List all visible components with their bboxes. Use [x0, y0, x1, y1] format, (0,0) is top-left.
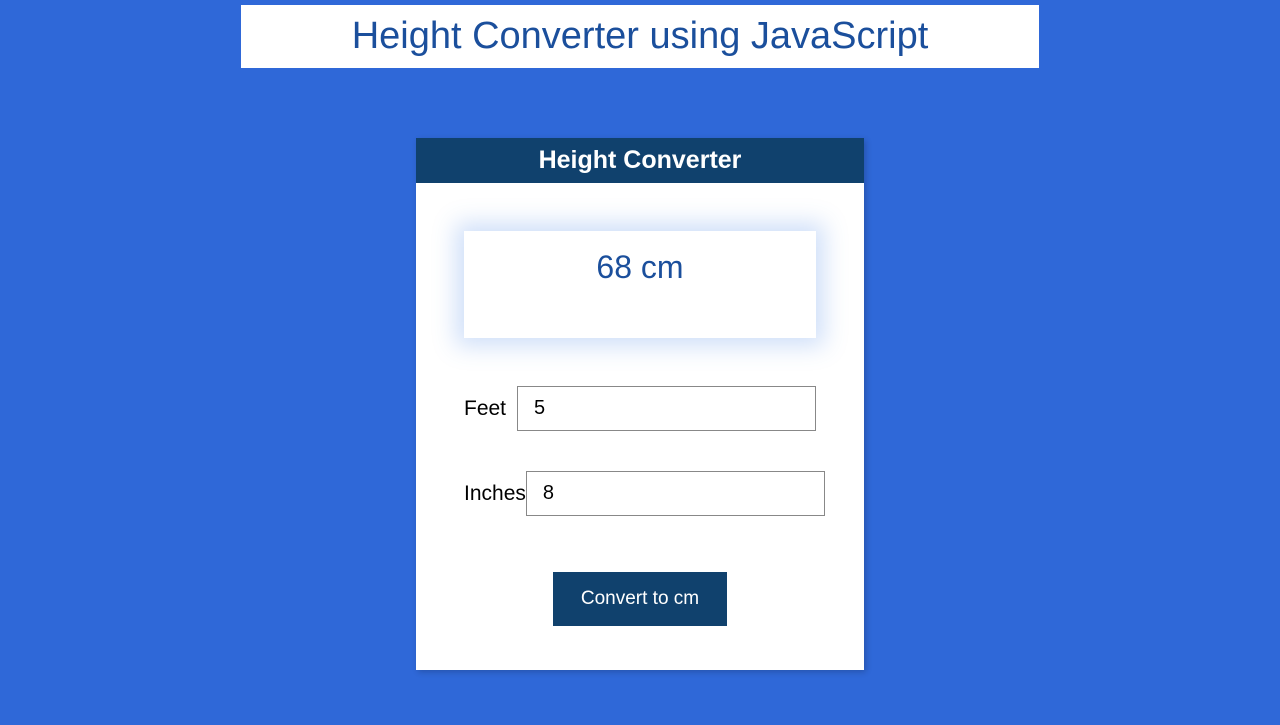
card-body: 68 cm Feet Inches Convert to cm	[416, 183, 864, 670]
card-header: Height Converter	[416, 138, 864, 183]
inches-row: Inches	[464, 471, 816, 516]
page-title: Height Converter using JavaScript	[261, 15, 1019, 58]
page-title-bar: Height Converter using JavaScript	[241, 5, 1039, 68]
convert-button[interactable]: Convert to cm	[553, 572, 727, 626]
button-row: Convert to cm	[464, 572, 816, 626]
feet-input[interactable]	[517, 386, 816, 431]
feet-row: Feet	[464, 386, 816, 431]
converter-card: Height Converter 68 cm Feet Inches Conve…	[416, 138, 864, 670]
result-box: 68 cm	[464, 231, 816, 338]
feet-label: Feet	[464, 397, 517, 421]
inches-input[interactable]	[526, 471, 825, 516]
result-text: 68 cm	[474, 249, 806, 286]
inches-label: Inches	[464, 482, 526, 506]
